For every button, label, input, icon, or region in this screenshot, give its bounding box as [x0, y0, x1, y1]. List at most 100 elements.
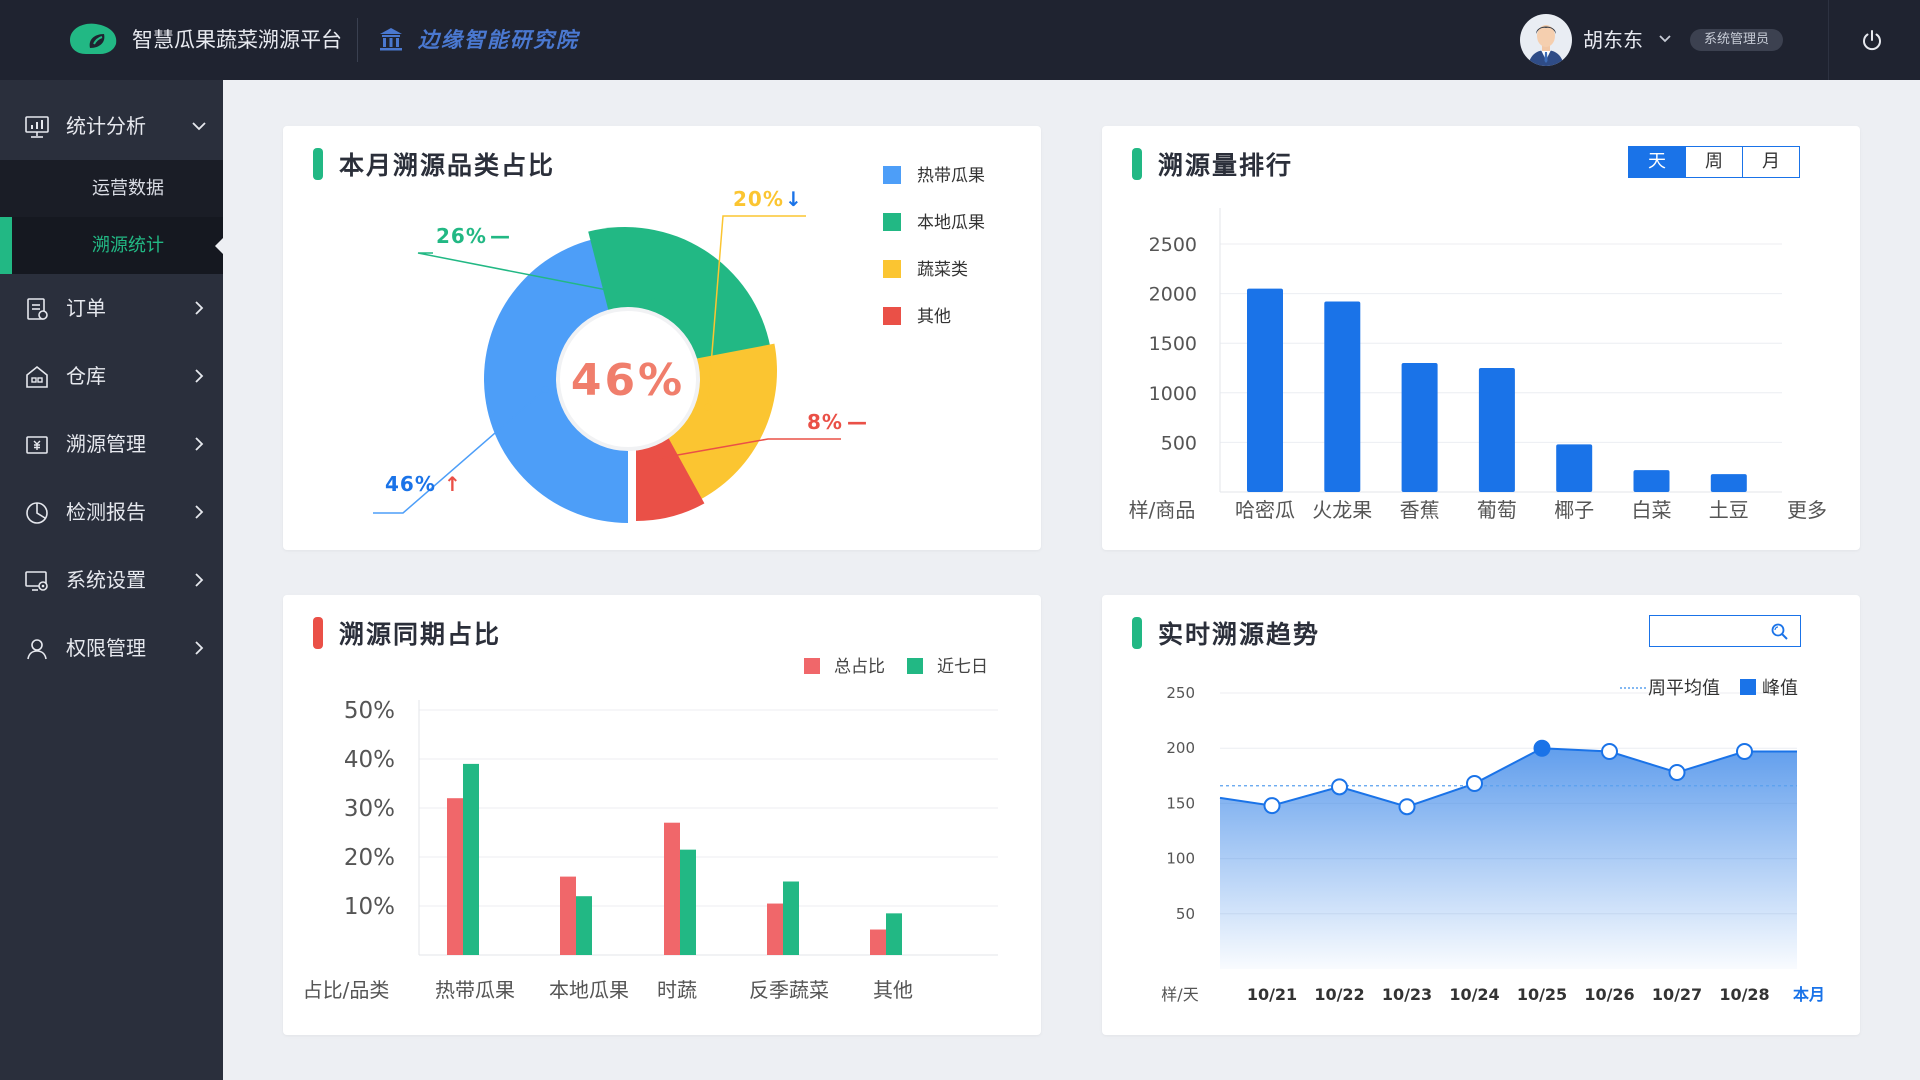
sidebar-item-settings[interactable]: 系统设置 [0, 546, 223, 614]
institute-name: 边缘智能研究院 [418, 27, 579, 52]
ranking-card: 溯源量排行 天 周 月 500 1000 1500 2000 2500 哈密瓜 火龙果 香蕉葡… [1102, 126, 1860, 550]
axis-unit-label: 样/商品 [1129, 498, 1196, 522]
data-point [1331, 778, 1348, 796]
x-tick-label: 哈密瓜 [1235, 498, 1295, 522]
trend-area [1220, 748, 1797, 969]
callout-dot [652, 455, 660, 463]
callout-dot [541, 385, 549, 393]
x-tick-label: 10/21 [1247, 985, 1297, 1004]
callout-trend: ↓ [785, 187, 802, 211]
bar [1247, 288, 1283, 492]
legend-peak-swatch [1740, 679, 1756, 695]
bar [886, 913, 902, 955]
bar [783, 881, 799, 955]
sidebar-item-label: 系统设置 [66, 568, 146, 592]
y-tick-label: 500 [1161, 432, 1197, 454]
legend-label: 近七日 [937, 657, 988, 677]
chevron-right-icon [195, 369, 204, 383]
sidebar-subitem-label: 溯源统计 [92, 235, 164, 256]
bar [680, 849, 696, 955]
callout-value: 46% [385, 472, 436, 496]
sidebar-subitem-trace-stats[interactable]: 溯源统计 [0, 217, 223, 274]
sidebar-item-orders[interactable]: 订单 [0, 274, 223, 342]
callout-dot [667, 299, 675, 307]
y-tick-label: 20% [344, 845, 395, 871]
legend-label: 峰值 [1762, 678, 1798, 699]
top-bar: 智慧瓜果蔬菜溯源平台 边缘智能研究院 胡东东 系统管理员 [0, 0, 1920, 80]
data-point [1668, 763, 1686, 781]
sidebar-item-label: 权限管理 [66, 636, 146, 660]
y-tick-label: 10% [344, 894, 395, 920]
period-share-card: 溯源同期占比 10% 20% 30% 40% 50% 热带瓜果 本地瓜果 时蔬 反季蔬菜 其他 占比… [283, 595, 1041, 1035]
bar [664, 822, 680, 955]
callout-trend: — [847, 410, 867, 434]
x-tick-label: 白菜 [1632, 498, 1672, 522]
bar [576, 896, 592, 955]
sidebar: 统计分析 运营数据 溯源统计 订单 仓库 溯源管理 检测报告 系统设置 权限管理 [0, 80, 223, 1080]
title-divider [357, 18, 358, 62]
y-tick-label: 150 [1166, 794, 1195, 812]
donut-center-value: 46% [571, 355, 685, 406]
x-tick-label: 土豆 [1709, 498, 1749, 522]
user-name[interactable]: 胡东东 [1583, 24, 1643, 56]
y-tick-label: 200 [1166, 739, 1195, 757]
more-link: 更多 [1787, 498, 1827, 522]
sidebar-item-reports[interactable]: 检测报告 [0, 478, 223, 546]
legend-swatch [883, 213, 901, 231]
warehouse-icon [26, 365, 48, 388]
legend-swatch [907, 658, 923, 674]
chevron-right-icon [195, 505, 204, 519]
analytics-icon [25, 116, 49, 138]
x-tick-label: 时蔬 [657, 978, 697, 1002]
callout-trend: — [490, 224, 510, 248]
callout-value: 26% [436, 224, 487, 248]
x-tick-label: 10/27 [1652, 985, 1702, 1004]
callout-trend: ↑ [444, 472, 461, 496]
x-tick-label: 热带瓜果 [435, 978, 515, 1002]
axis-unit-label: 样/天 [1161, 985, 1198, 1004]
sidebar-item-trace-management[interactable]: 溯源管理 [0, 410, 223, 478]
legend-swatch [883, 260, 901, 278]
bar [767, 903, 783, 955]
x-tick-label: 10/28 [1719, 985, 1769, 1004]
legend-swatch [883, 166, 901, 184]
chevron-down-icon [192, 122, 206, 131]
y-tick-label: 50% [344, 698, 395, 724]
x-tick-label: 椰子 [1554, 498, 1594, 522]
sidebar-subitem-operations[interactable]: 运营数据 [0, 160, 223, 217]
user-icon [27, 639, 47, 660]
x-tick-label: 10/25 [1517, 985, 1567, 1004]
ranking-bar-chart: 500 1000 1500 2000 2500 哈密瓜 火龙果 香蕉 葡萄 椰子 白菜 土豆 样/商品 更… [1129, 208, 1827, 522]
sidebar-item-analytics[interactable]: 统计分析 [0, 92, 223, 160]
x-tick-label: 葡萄 [1477, 498, 1517, 522]
power-icon[interactable] [1860, 28, 1884, 52]
logo-icon [70, 23, 117, 54]
active-indicator [0, 217, 12, 274]
bar [1710, 474, 1747, 492]
legend-label: 热带瓜果 [917, 166, 985, 186]
legend-label: 其他 [917, 307, 951, 327]
y-tick-label: 40% [344, 747, 395, 773]
settings-icon [25, 571, 48, 591]
sidebar-item-warehouse[interactable]: 仓库 [0, 342, 223, 410]
avatar[interactable] [1520, 14, 1572, 66]
y-tick-label: 100 [1166, 850, 1195, 868]
x-tick-label: 香蕉 [1400, 498, 1440, 522]
legend-label: 蔬菜类 [917, 260, 968, 280]
axis-unit-label: 占比/品类 [303, 978, 390, 1002]
x-tick-label: 火龙果 [1312, 498, 1372, 522]
app-title: 智慧瓜果蔬菜溯源平台 [132, 28, 342, 52]
x-tick-label: 其他 [873, 978, 913, 1002]
y-tick-label: 1500 [1149, 333, 1197, 355]
bar [1556, 444, 1593, 492]
data-point [1466, 775, 1483, 793]
y-tick-label: 2000 [1149, 284, 1197, 306]
report-icon [26, 502, 48, 524]
x-tick-label: 10/26 [1584, 985, 1634, 1004]
callout-dot [704, 403, 712, 411]
bar [1633, 470, 1670, 492]
chevron-down-icon[interactable] [1656, 30, 1674, 48]
sidebar-item-permissions[interactable]: 权限管理 [0, 614, 223, 682]
bar [463, 763, 479, 955]
bar [447, 798, 463, 955]
